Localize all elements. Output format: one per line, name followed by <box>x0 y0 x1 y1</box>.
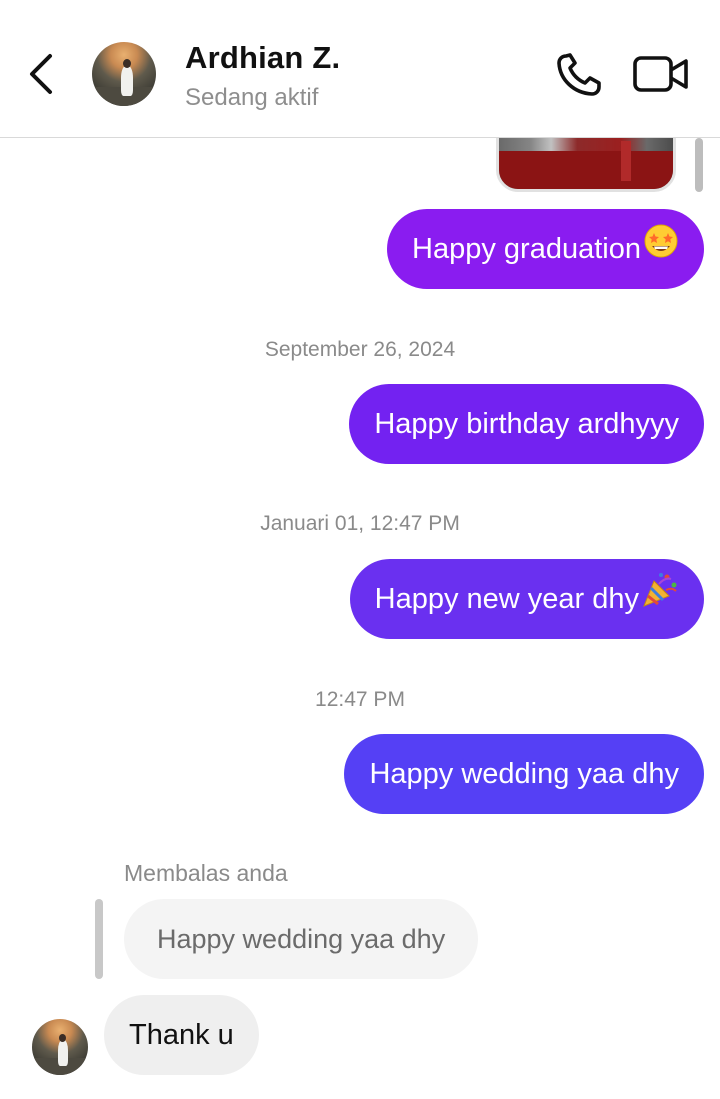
timestamp: Januari 01, 12:47 PM <box>260 512 460 535</box>
reply-indicator-bar <box>95 899 103 979</box>
chat-header: Ardhian Z. Sedang aktif <box>0 0 720 138</box>
contact-avatar[interactable] <box>92 42 156 106</box>
quoted-message[interactable]: Happy wedding yaa dhy <box>124 899 479 979</box>
party-popper-emoji-icon <box>641 560 679 640</box>
outgoing-message[interactable]: Happy birthday ardhyyy <box>349 384 704 464</box>
message-text: Happy birthday ardhyyy <box>374 408 679 440</box>
message-text: Happy graduation <box>412 233 641 265</box>
outgoing-message[interactable]: Happy wedding yaa dhy <box>344 734 704 814</box>
sender-avatar[interactable] <box>32 1019 88 1075</box>
scrollbar-thumb[interactable] <box>695 138 703 192</box>
back-button[interactable] <box>22 52 62 96</box>
phone-icon <box>557 53 601 96</box>
contact-name[interactable]: Ardhian Z. <box>185 40 340 76</box>
voice-call-button[interactable] <box>554 50 606 98</box>
outgoing-message[interactable]: Happy new year dhy <box>349 559 704 640</box>
chevron-left-icon <box>30 54 52 94</box>
chat-screen: Ardhian Z. Sedang aktif Happy graduation <box>0 0 720 1099</box>
contact-status: Sedang aktif <box>185 84 319 111</box>
outgoing-message[interactable]: Happy graduation <box>387 209 704 289</box>
message-text: Happy wedding yaa dhy <box>369 758 679 790</box>
star-struck-emoji-icon <box>643 210 679 290</box>
incoming-message[interactable]: Thank u <box>104 995 259 1075</box>
video-call-button[interactable] <box>632 52 690 96</box>
timestamp: September 26, 2024 <box>264 338 456 361</box>
reply-label: Membalas anda <box>124 860 288 886</box>
video-camera-icon <box>633 56 688 92</box>
message-text: Happy new year dhy <box>374 583 639 615</box>
timestamp: 12:47 PM <box>315 688 405 711</box>
